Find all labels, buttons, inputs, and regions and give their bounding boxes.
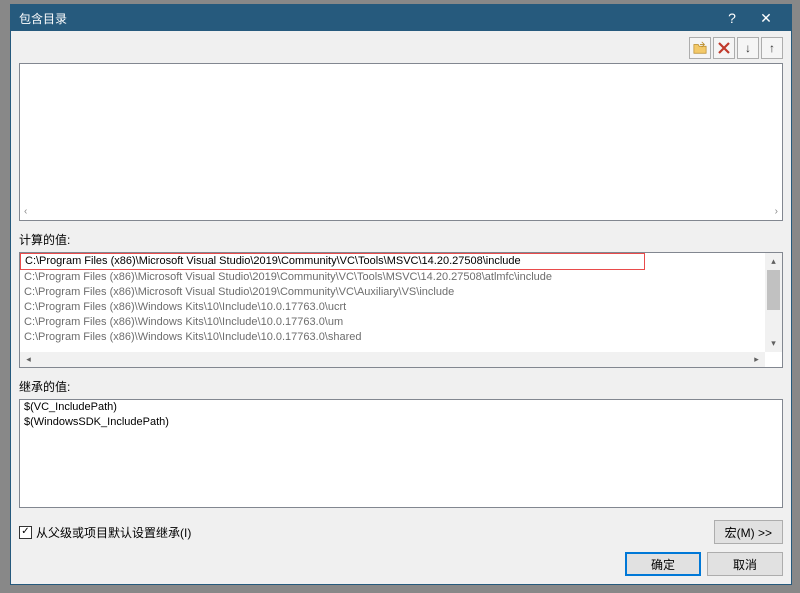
list-item[interactable]: C:\Program Files (x86)\Microsoft Visual … (20, 285, 765, 300)
list-item[interactable]: C:\Program Files (x86)\Windows Kits\10\I… (20, 300, 765, 315)
help-icon: ? (728, 10, 736, 26)
arrow-down-icon: ↓ (745, 41, 751, 55)
options-row: ✓ 从父级或项目默认设置继承(I) 宏(M) >> (19, 520, 783, 544)
inherit-checkbox-label: 从父级或项目默认设置继承(I) (36, 524, 191, 541)
move-down-button[interactable]: ↓ (737, 37, 759, 59)
dialog-content: ↓ ↑ ‹ › 计算的值: C:\Program Files (x86)\Mic… (11, 31, 791, 584)
cancel-button[interactable]: 取消 (707, 552, 783, 576)
inherit-checkbox-wrap[interactable]: ✓ 从父级或项目默认设置继承(I) (19, 524, 191, 541)
computed-label: 计算的值: (19, 231, 783, 248)
arrow-up-icon: ↑ (769, 41, 775, 55)
ok-button[interactable]: 确定 (625, 552, 701, 576)
inherited-values-list[interactable]: $(VC_IncludePath) $(WindowsSDK_IncludePa… (19, 399, 783, 508)
inherited-label: 继承的值: (19, 378, 783, 395)
macros-button[interactable]: 宏(M) >> (714, 520, 783, 544)
list-item[interactable]: C:\Program Files (x86)\Microsoft Visual … (20, 270, 765, 285)
delete-button[interactable] (713, 37, 735, 59)
paths-editor[interactable]: ‹ › (19, 63, 783, 221)
close-icon: ✕ (760, 10, 772, 27)
titlebar: 包含目录 ? ✕ (11, 5, 791, 31)
scroll-left-icon[interactable]: ◂ (20, 352, 37, 367)
list-item[interactable]: $(WindowsSDK_IncludePath) (20, 415, 782, 430)
computed-list-inner: C:\Program Files (x86)\Microsoft Visual … (20, 253, 765, 352)
x-icon (718, 42, 730, 54)
close-button[interactable]: ✕ (749, 5, 783, 31)
include-directories-dialog: 包含目录 ? ✕ ↓ ↑ (10, 4, 792, 585)
scroll-up-icon[interactable]: ▴ (765, 253, 782, 270)
dialog-title: 包含目录 (19, 10, 715, 27)
computed-vscrollbar[interactable]: ▴ ▾ (765, 253, 782, 352)
dialog-buttons: 确定 取消 (19, 552, 783, 576)
list-item[interactable]: C:\Program Files (x86)\Microsoft Visual … (20, 253, 645, 270)
scroll-right-icon: › (775, 206, 778, 217)
scroll-left-icon: ‹ (24, 206, 27, 217)
inherited-list-inner: $(VC_IncludePath) $(WindowsSDK_IncludePa… (20, 400, 782, 507)
list-item[interactable]: C:\Program Files (x86)\Windows Kits\10\I… (20, 315, 765, 330)
move-up-button[interactable]: ↑ (761, 37, 783, 59)
check-icon: ✓ (21, 527, 29, 537)
new-line-button[interactable] (689, 37, 711, 59)
computed-hscrollbar[interactable]: ◂ ▸ (20, 352, 765, 367)
scroll-right-icon[interactable]: ▸ (748, 352, 765, 367)
editor-hscroll[interactable]: ‹ › (22, 204, 780, 218)
list-item[interactable]: C:\Program Files (x86)\Windows Kits\10\I… (20, 330, 765, 345)
scrollbar-thumb[interactable] (767, 270, 780, 310)
editor-toolbar: ↓ ↑ (19, 37, 783, 59)
computed-values-list[interactable]: C:\Program Files (x86)\Microsoft Visual … (19, 252, 783, 368)
list-item[interactable]: $(VC_IncludePath) (20, 400, 782, 415)
folder-icon (693, 41, 707, 55)
inherit-checkbox[interactable]: ✓ (19, 526, 32, 539)
scroll-down-icon[interactable]: ▾ (765, 335, 782, 352)
help-button[interactable]: ? (715, 5, 749, 31)
